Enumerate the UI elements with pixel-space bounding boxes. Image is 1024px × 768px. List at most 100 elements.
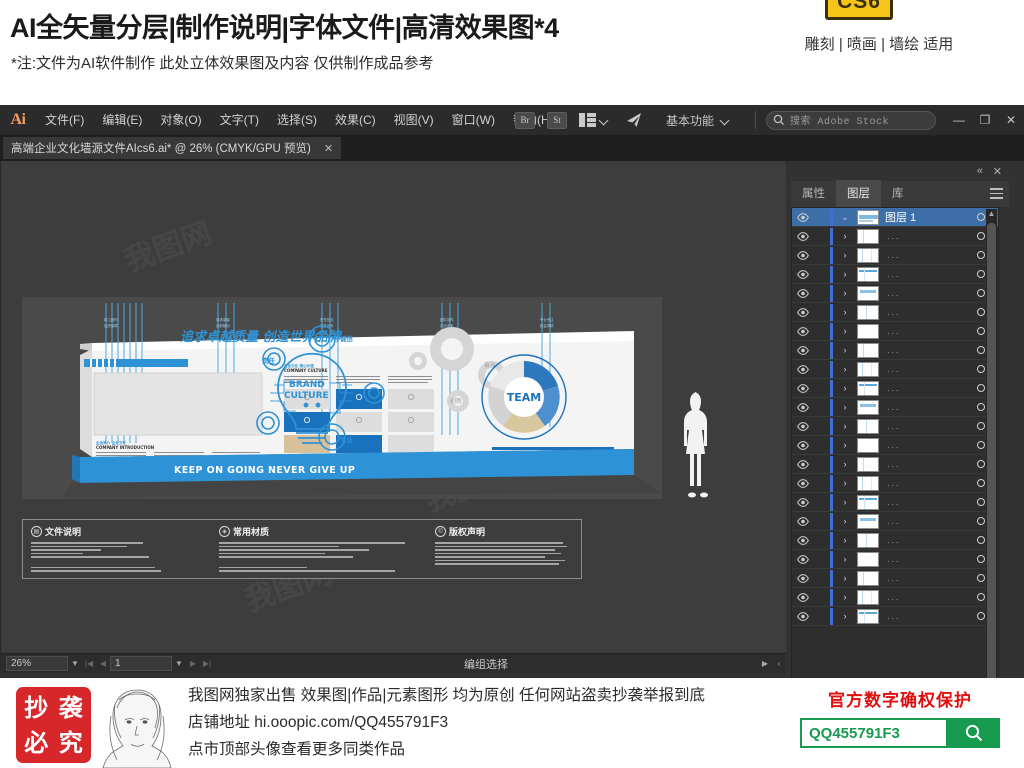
layer-expand-icon[interactable]: › [833,402,857,412]
menu-select[interactable]: 选择(S) [268,105,326,135]
protection-search-button[interactable] [948,718,1000,748]
window-close-button[interactable]: ✕ [998,105,1024,135]
menu-file[interactable]: 文件(F) [36,105,93,135]
status-menu-icon[interactable]: ▶ [758,659,772,668]
arrange-documents-icon[interactable] [578,113,596,127]
layer-expand-icon[interactable]: › [833,611,857,621]
prev-artboard-button[interactable]: ◀ [96,659,110,668]
layer-row[interactable]: ›... [792,322,998,341]
menu-type[interactable]: 文字(T) [211,105,268,135]
layer-visibility-icon[interactable] [792,516,814,526]
layer-visibility-icon[interactable] [792,288,814,298]
window-minimize-button[interactable]: — [946,105,972,135]
layer-row[interactable]: ›... [792,550,998,569]
layer-expand-icon[interactable]: › [833,516,857,526]
layer-expand-icon[interactable]: › [833,535,857,545]
layer-visibility-icon[interactable] [792,592,814,602]
layer-expand-icon[interactable]: › [833,478,857,488]
menu-window[interactable]: 窗口(W) [443,105,504,135]
document-tab[interactable]: 高端企业文化墙源文件AIcs6.ai* @ 26% (CMYK/GPU 预览) … [3,137,343,159]
layer-row[interactable]: ›... [792,265,998,284]
tab-libraries[interactable]: 库 [881,180,915,207]
canvas-area[interactable]: 我图网 我图网 我图网 [0,161,786,653]
layer-visibility-icon[interactable] [792,269,814,279]
workspace-label[interactable]: 基本功能 [666,112,714,129]
layer-row[interactable]: ›... [792,246,998,265]
protection-search-box[interactable]: QQ455791F3 [800,718,1000,748]
layer-expand-icon[interactable]: › [833,231,857,241]
tab-properties[interactable]: 属性 [791,180,836,207]
layer-row[interactable]: ›... [792,569,998,588]
layer-visibility-icon[interactable] [792,421,814,431]
layer-row[interactable]: ›... [792,512,998,531]
layer-visibility-icon[interactable] [792,611,814,621]
layer-expand-icon[interactable]: › [833,326,857,336]
layer-visibility-icon[interactable] [792,212,814,222]
layer-expand-icon[interactable]: › [833,250,857,260]
layer-visibility-icon[interactable] [792,535,814,545]
last-artboard-button[interactable]: ▶| [200,659,214,668]
layer-row[interactable]: ›... [792,474,998,493]
workspace-chevron-down-icon[interactable] [720,115,731,126]
artboard[interactable]: 精工细作 品质保障 追求卓越 创新驱动 责任担当 诚信为本 团队协作 共创未来 专业专注… [22,297,662,499]
layer-expand-icon[interactable]: ⌄ [833,212,857,223]
layer-visibility-icon[interactable] [792,307,814,317]
layer-visibility-icon[interactable] [792,573,814,583]
layer-row[interactable]: ›... [792,284,998,303]
layer-visibility-icon[interactable] [792,383,814,393]
status-resize-icon[interactable]: ‹ [772,659,786,668]
layer-visibility-icon[interactable] [792,554,814,564]
tab-layers[interactable]: 图层 [836,180,881,207]
layer-expand-icon[interactable]: › [833,307,857,317]
layer-row[interactable]: ›... [792,531,998,550]
layer-expand-icon[interactable]: › [833,288,857,298]
layer-row[interactable]: ›... [792,455,998,474]
layer-expand-icon[interactable]: › [833,421,857,431]
layer-expand-icon[interactable]: › [833,345,857,355]
avatar[interactable] [95,682,179,768]
layer-row[interactable]: ›... [792,379,998,398]
layer-visibility-icon[interactable] [792,402,814,412]
stock-button[interactable]: St [546,111,567,129]
layer-row[interactable]: ›... [792,588,998,607]
collapse-panel-icon[interactable]: « [977,165,983,177]
layer-row[interactable]: ›... [792,607,998,626]
artboard-number-field[interactable]: 1 [110,656,172,671]
layer-visibility-icon[interactable] [792,459,814,469]
menu-effect[interactable]: 效果(C) [326,105,385,135]
menu-edit[interactable]: 编辑(E) [93,105,151,135]
menu-object[interactable]: 对象(O) [151,105,210,135]
layer-expand-icon[interactable]: › [833,592,857,602]
layer-expand-icon[interactable]: › [833,364,857,374]
layer-expand-icon[interactable]: › [833,459,857,469]
layer-expand-icon[interactable]: › [833,573,857,583]
layer-row[interactable]: ›... [792,227,998,246]
artboard-dropdown-icon[interactable]: ▼ [172,659,186,668]
layer-expand-icon[interactable]: › [833,497,857,507]
layer-visibility-icon[interactable] [792,497,814,507]
zoom-level-field[interactable]: 26% [6,656,68,671]
layer-row[interactable]: ›... [792,436,998,455]
document-tab-close-icon[interactable]: ✕ [324,142,333,155]
bridge-button[interactable]: Br [514,111,535,129]
layer-visibility-icon[interactable] [792,478,814,488]
first-artboard-button[interactable]: |◀ [82,659,96,668]
layer-visibility-icon[interactable] [792,440,814,450]
layer-visibility-icon[interactable] [792,364,814,374]
layer-row[interactable]: ›... [792,341,998,360]
layers-scrollbar-thumb[interactable] [987,223,996,721]
layer-row[interactable]: ›... [792,417,998,436]
layer-row[interactable]: ›... [792,493,998,512]
layer-visibility-icon[interactable] [792,345,814,355]
share-plane-icon[interactable] [624,110,644,130]
next-artboard-button[interactable]: ▶ [186,659,200,668]
layer-visibility-icon[interactable] [792,250,814,260]
layer-visibility-icon[interactable] [792,231,814,241]
layer-row[interactable]: ›... [792,360,998,379]
zoom-dropdown-icon[interactable]: ▼ [68,659,82,668]
protection-code-input[interactable]: QQ455791F3 [800,718,948,748]
menu-view[interactable]: 视图(V) [385,105,443,135]
layer-row[interactable]: ›... [792,303,998,322]
layer-row-root[interactable]: ⌄ 图层 1 [792,208,998,227]
info-strip[interactable]: ▤ 文件说明 ◈ 常用材质 © 版权声明 [22,519,582,579]
